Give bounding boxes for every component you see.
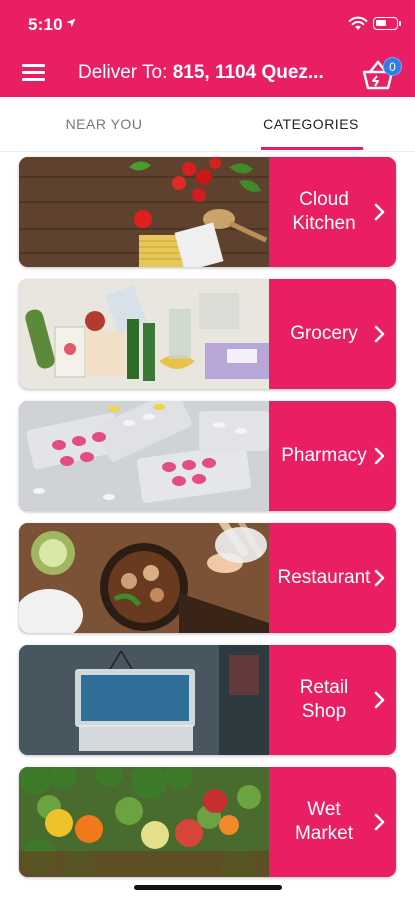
category-pharmacy[interactable]: Pharmacy xyxy=(19,401,396,511)
active-tab-indicator xyxy=(261,147,363,150)
wet-market-image xyxy=(19,767,269,877)
chevron-right-icon xyxy=(374,691,385,709)
menu-icon[interactable] xyxy=(22,62,46,82)
tab-near-you[interactable]: NEAR YOU xyxy=(20,97,188,152)
chevron-right-icon xyxy=(374,203,385,221)
battery-tip xyxy=(399,21,401,26)
category-label: Retail Shop xyxy=(299,677,349,722)
deliver-to-address[interactable]: Deliver To: 815, 1104 Quez... xyxy=(78,62,336,86)
deliver-prefix: Deliver To: xyxy=(78,62,173,83)
category-label: Grocery xyxy=(290,323,358,344)
pharmacy-image xyxy=(19,401,269,511)
category-label: Wet Market xyxy=(294,799,354,844)
wifi-icon xyxy=(348,16,368,30)
category-restaurant[interactable]: Restaurant xyxy=(19,523,396,633)
category-grocery[interactable]: Grocery xyxy=(19,279,396,389)
tab-bar: NEAR YOU CATEGORIES xyxy=(0,97,415,152)
category-label: Cloud Kitchen xyxy=(292,189,356,234)
grocery-image xyxy=(19,279,269,389)
home-indicator[interactable] xyxy=(134,885,282,890)
category-label: Pharmacy xyxy=(281,445,367,466)
app-header: 5:10 Deliver To: 815, 1104 Quez... 0 xyxy=(0,0,415,97)
retail-shop-image xyxy=(19,645,269,755)
chevron-right-icon xyxy=(374,447,385,465)
battery-icon xyxy=(373,17,398,30)
deliver-address: 815, 1104 Quez... xyxy=(172,62,324,83)
category-wet-market[interactable]: Wet Market xyxy=(19,767,396,877)
location-arrow-icon xyxy=(66,18,76,28)
cart-count-badge: 0 xyxy=(383,57,402,76)
status-time: 5:10 xyxy=(28,15,63,34)
chevron-right-icon xyxy=(374,813,385,831)
chevron-right-icon xyxy=(374,569,385,587)
chevron-right-icon xyxy=(374,325,385,343)
tab-categories[interactable]: CATEGORIES xyxy=(240,97,382,152)
category-cloud-kitchen[interactable]: Cloud Kitchen xyxy=(19,157,396,267)
cloud-kitchen-image xyxy=(19,157,269,267)
category-retail-shop[interactable]: Retail Shop xyxy=(19,645,396,755)
category-label: Restaurant xyxy=(277,567,371,588)
status-bar: 5:10 xyxy=(0,0,415,50)
restaurant-image xyxy=(19,523,269,633)
